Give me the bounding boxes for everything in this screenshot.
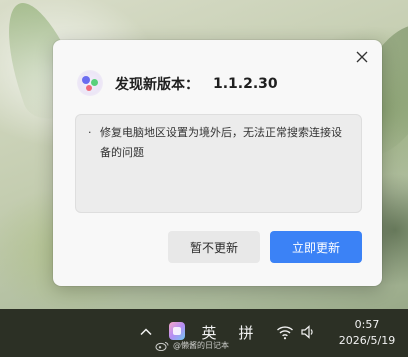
dialog-title: 发现新版本： 1.1.2.30 (115, 74, 278, 94)
update-now-button[interactable]: 立即更新 (270, 231, 362, 263)
volume-button[interactable] (300, 324, 316, 340)
note-bullet: · (88, 126, 92, 139)
watermark-text: @懒酱的日记本 (173, 341, 229, 350)
logo-dot (82, 76, 90, 84)
watermark: @懒酱的日记本 (155, 340, 229, 351)
release-notes-box: · 修复电脑地区设置为境外后，无法正常搜索连接设备的问题 (75, 114, 362, 213)
close-icon (356, 51, 368, 63)
app-logo-icon (77, 70, 103, 96)
volume-icon (301, 325, 313, 339)
update-dialog: 发现新版本： 1.1.2.30 · 修复电脑地区设置为境外后，无法正常搜索连接设… (53, 40, 382, 286)
taskbar: 英 拼 0:57 2026/5/19 @懒酱的日记本 (0, 309, 408, 357)
skip-update-button[interactable]: 暂不更新 (168, 231, 260, 263)
clock-date: 2026/5/19 (338, 334, 396, 347)
ime-pinyin-toggle[interactable]: 拼 (233, 321, 259, 343)
wifi-button[interactable] (276, 324, 294, 340)
version-number: 1.1.2.30 (213, 76, 278, 92)
close-button[interactable] (354, 49, 370, 65)
chevron-up-icon (140, 328, 152, 336)
release-note-item: · 修复电脑地区设置为境外后，无法正常搜索连接设备的问题 (88, 123, 349, 163)
title-label: 发现新版本： (115, 77, 199, 93)
wifi-icon (277, 326, 293, 340)
logo-dot (86, 85, 92, 91)
tray-app-icon[interactable] (169, 322, 185, 340)
clock-time: 0:57 (354, 318, 380, 331)
logo-dot (91, 79, 98, 86)
clock[interactable]: 0:57 2026/5/19 (330, 317, 404, 349)
show-hidden-icons-button[interactable] (139, 325, 153, 339)
tray-app-icon-glyph (173, 327, 181, 335)
note-text: 修复电脑地区设置为境外后，无法正常搜索连接设备的问题 (100, 126, 342, 159)
weibo-icon (155, 341, 169, 351)
